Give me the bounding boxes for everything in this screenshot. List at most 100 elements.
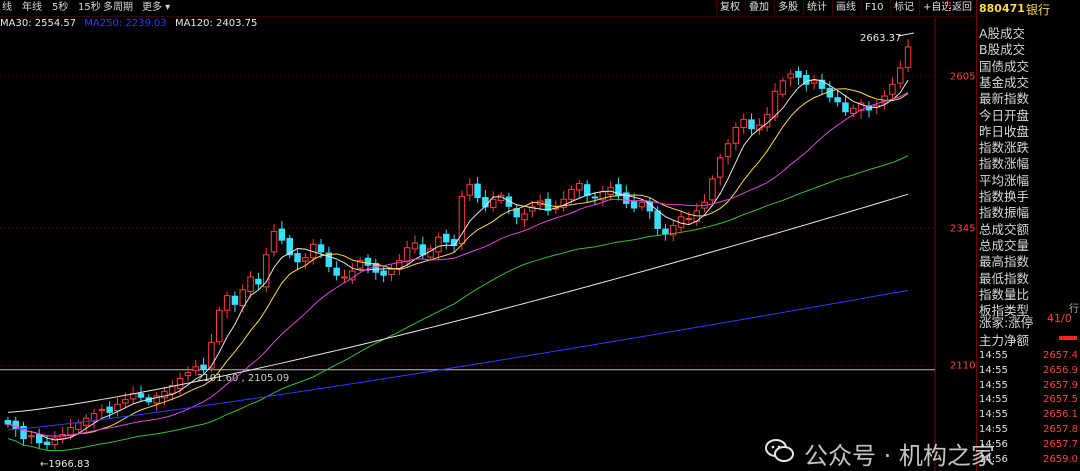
candle-body [380,270,387,276]
candle-body [176,378,184,389]
toolbar-button-4[interactable]: 画线 [832,0,859,15]
tick-price: 2657.4 [1043,350,1078,361]
ma5-line [7,78,909,441]
tick-time: 14:55 [979,394,1008,406]
high-annotation: 2663.37 [860,33,901,44]
candle-body [850,107,857,114]
quote-side-panel: 880471 银行 A股成交 B股成交 国债成交 基金成交 最新指数 今日开盘 昨日收盘 指数… [976,0,1080,471]
tick-row: 14:55 2657.5 [979,394,1079,408]
up-down-value: 41/0 [1047,312,1072,325]
candle-body [489,198,497,208]
candle-body [294,253,301,263]
period-tab-4[interactable]: 多周期 [103,0,133,15]
candle-body [247,276,254,293]
tick-row: 14:55 2656.9 [979,365,1079,379]
tick-price: 2657.8 [1043,424,1078,435]
candle-body [795,70,802,78]
toolbar-button-5[interactable]: F10 [861,0,886,15]
toolbar-button-8[interactable]: 返回 [948,0,975,15]
candle-body [474,183,481,199]
period-tab-2[interactable]: 5秒 [52,0,68,15]
tick-row: 14:55 2656.1 [979,409,1079,423]
ma120-legend: MA120: 2403.75 [174,18,258,29]
candle-body [787,73,794,79]
candle-body [184,372,192,377]
ma20-line [7,91,909,437]
up-down-label: 涨家:涨停 [979,315,1034,330]
main-flow-label: 主力净额 [979,333,1030,348]
tick-time: 14:55 [979,424,1008,435]
candle-body [419,244,427,256]
candle-body [216,309,223,343]
ma30-legend: MA30: 2554.57 [0,18,77,29]
toolbar-button-2[interactable]: 多股 [774,0,801,15]
tick-time: 14:55 [979,379,1008,391]
candle-body [662,228,669,235]
candle-body [35,434,43,444]
tick-price: 2657.5 [1043,394,1078,406]
candle-body [200,364,207,370]
chart-toolbar: 线年线 5秒 15秒 多周期 更多 ▾ 复权 叠加 多股 统计 画线 F10 标记 +自选 返回 [0,0,975,17]
candle-body [630,201,638,209]
candle-body [411,242,419,250]
candle-body [270,230,278,253]
tick-price: 2657.9 [1043,379,1078,391]
period-tab-0[interactable]: 线 [2,0,12,15]
period-tab-1[interactable]: 年线 [22,0,42,15]
candle-body [748,119,755,130]
toolbar-button-3[interactable]: 统计 [803,0,830,15]
price-tick-label: 2345 [950,223,975,234]
period-tab-3[interactable]: 15秒 [78,0,101,15]
candle-body [724,143,732,158]
tick-time: 14:55 [979,350,1008,361]
candle-body [897,67,904,84]
candle-body [779,80,787,95]
candle-body [106,406,113,413]
candle-body [740,118,747,128]
ma120-line [7,193,909,413]
candle-body [466,184,473,196]
candle-body [302,257,309,262]
candle-body [114,403,121,412]
toolbar-button-6[interactable]: 标记 [890,0,917,15]
toolbar-button-0[interactable]: 复权 [716,0,743,15]
candle-body [388,268,395,276]
tick-row: 14:55 2657.9 [979,380,1079,394]
candle-body [576,183,583,191]
period-tab-5[interactable]: 更多 ▾ [142,0,170,15]
candle-body [231,295,239,305]
candle-body [239,289,246,307]
candlestick-chart[interactable]: 2605234521102101.60 , 2105.092663.37←196… [0,0,976,471]
candle-body [826,87,834,98]
candle-body [435,236,442,253]
candle-body [137,393,145,398]
toolbar-button-1[interactable]: 叠加 [745,0,772,15]
candle-body [583,184,591,196]
candle-body [28,435,35,438]
candle-body [333,267,340,276]
candle-body [75,422,82,430]
tick-price: 2657.7 [1043,438,1078,450]
candle-body [716,157,724,178]
tick-row: 14:55 2657.4 [979,350,1079,364]
candle-body [364,257,372,266]
candle-body [654,210,661,229]
candle-body [4,420,12,425]
index-code: 880471 [979,2,1025,15]
candle-body [43,441,51,445]
candle-body [255,278,262,285]
candle-body [568,188,575,200]
watermark-text: 公众号 · 机构之家 [804,442,995,470]
candle-body [904,46,912,68]
ma10-line [7,88,909,437]
tick-time: 14:55 [979,364,1008,376]
price-tick-label: 2110 [950,361,975,372]
index-name: 银行 [1026,3,1051,17]
candle-body [521,213,528,221]
candle-body [810,80,818,84]
candle-body [223,295,231,311]
moving-average-legend: MA30: 2554.57 MA250: 2239.03 MA120: 2403… [0,18,262,29]
candle-body [98,408,106,412]
candle-body [889,83,896,95]
candle-body [834,97,841,103]
